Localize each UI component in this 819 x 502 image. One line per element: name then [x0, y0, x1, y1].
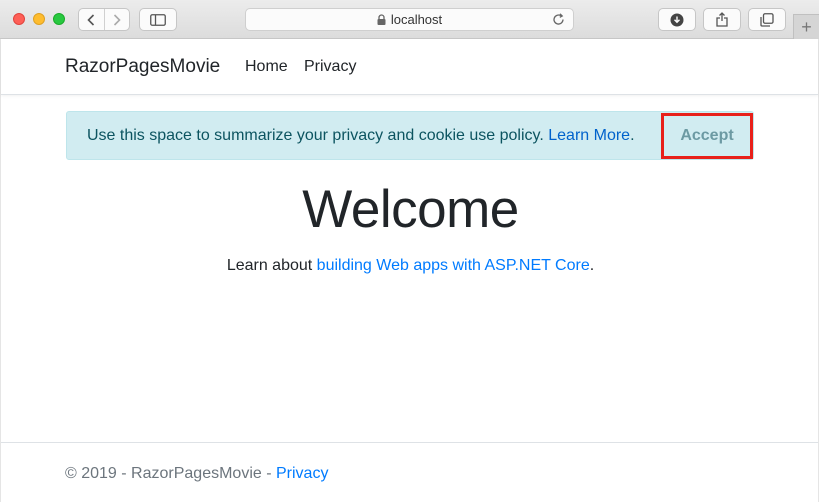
intro-prefix: Learn about	[226, 257, 317, 274]
new-tab-button[interactable]: +	[793, 14, 819, 39]
sidebar-toggle-button[interactable]	[139, 8, 177, 31]
intro-paragraph: Learn about building Web apps with ASP.N…	[1, 257, 819, 275]
tabs-icon	[760, 12, 774, 27]
nav-link-privacy[interactable]: Privacy	[304, 58, 356, 76]
lock-icon	[377, 14, 386, 25]
copyright-text: © 2019 - RazorPagesMovie -	[65, 465, 276, 482]
footer-privacy-link[interactable]: Privacy	[276, 465, 328, 482]
share-button[interactable]	[703, 8, 741, 31]
history-buttons	[78, 8, 130, 31]
forward-button[interactable]	[103, 9, 130, 30]
site-navbar: RazorPagesMovie Home Privacy	[1, 39, 818, 95]
minimize-window-button[interactable]	[33, 13, 45, 25]
brand-link[interactable]: RazorPagesMovie	[65, 56, 220, 78]
share-icon	[716, 12, 728, 27]
footer-text: © 2019 - RazorPagesMovie - Privacy	[65, 465, 328, 483]
aspnet-docs-link[interactable]: building Web apps with ASP.NET Core	[317, 257, 590, 274]
learn-more-link[interactable]: Learn More	[548, 127, 630, 144]
chevron-left-icon	[87, 13, 95, 26]
plus-icon: +	[801, 17, 812, 37]
close-window-button[interactable]	[13, 13, 25, 25]
zoom-window-button[interactable]	[53, 13, 65, 25]
sidebar-icon	[150, 13, 166, 26]
reload-icon	[553, 13, 564, 25]
welcome-heading: Welcome	[302, 180, 519, 239]
web-page: RazorPagesMovie Home Privacy Use this sp…	[0, 39, 819, 502]
address-text: localhost	[390, 12, 443, 27]
intro-suffix: .	[589, 257, 595, 274]
consent-text: Use this space to summarize your privacy…	[87, 127, 544, 144]
address-bar[interactable]: localhost	[245, 8, 574, 31]
back-button[interactable]	[79, 9, 104, 30]
consent-message: Use this space to summarize your privacy…	[87, 127, 635, 145]
tab-overview-button[interactable]	[748, 8, 786, 31]
consent-period: .	[630, 127, 635, 144]
nav-link-home[interactable]: Home	[245, 58, 288, 76]
downloads-button[interactable]	[658, 8, 696, 31]
download-icon	[670, 13, 684, 26]
browser-toolbar: localhost +	[0, 0, 819, 39]
accept-button[interactable]: Accept	[661, 113, 753, 159]
cookie-consent-banner: Use this space to summarize your privacy…	[66, 111, 754, 160]
site-footer: © 2019 - RazorPagesMovie - Privacy	[1, 442, 818, 502]
reload-button[interactable]	[552, 13, 565, 26]
chevron-right-icon	[113, 13, 121, 26]
